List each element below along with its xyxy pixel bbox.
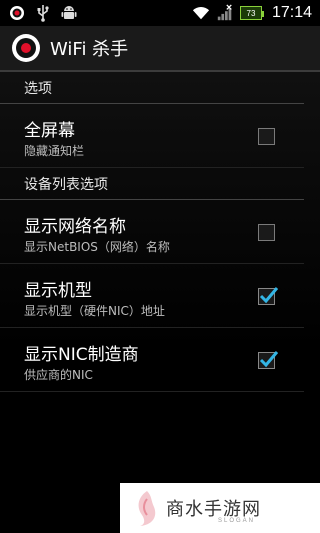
watermark: 商水手游网 SLOGAN: [120, 483, 320, 533]
section-header-options: 选项: [0, 72, 304, 104]
pref-fullscreen[interactable]: 全屏幕 隐藏通知栏: [0, 104, 304, 168]
preferences-list: 选项 全屏幕 隐藏通知栏 设备列表选项 显示网络名称 显示NetBIOS（网络）…: [0, 72, 320, 533]
battery-icon: 73: [239, 6, 264, 20]
app-logo-icon: [12, 34, 40, 62]
pref-show-nic-vendor[interactable]: 显示NIC制造商 供应商的NIC: [0, 328, 304, 392]
pref-title: 显示NIC制造商: [24, 345, 139, 365]
status-bar-system: 73 17:14: [192, 3, 312, 23]
pref-title: 显示网络名称: [24, 217, 126, 237]
action-bar: WiFi 杀手: [0, 26, 320, 72]
pref-show-model[interactable]: 显示机型 显示机型（硬件NIC）地址: [0, 264, 304, 328]
pref-summary: 显示NetBIOS（网络）名称: [24, 240, 170, 254]
checkmark-icon: [259, 351, 279, 368]
wifi-icon: [192, 4, 210, 22]
clock: 17:14: [271, 4, 312, 21]
show-network-name-checkbox[interactable]: [258, 224, 275, 241]
signal-icon: [216, 4, 234, 22]
pref-summary: 供应商的NIC: [24, 368, 93, 382]
pref-title: 显示机型: [24, 281, 92, 301]
watermark-logo-icon: [138, 491, 156, 526]
pref-show-network-name[interactable]: 显示网络名称 显示NetBIOS（网络）名称: [0, 200, 304, 264]
checkmark-icon: [259, 287, 279, 304]
status-bar-notifications: [8, 4, 78, 22]
pref-summary: 隐藏通知栏: [24, 144, 85, 158]
fullscreen-checkbox[interactable]: [258, 128, 275, 145]
show-nic-vendor-checkbox[interactable]: [258, 351, 279, 369]
battery-level: 73: [246, 8, 256, 18]
section-header-device-list: 设备列表选项: [0, 168, 304, 200]
pref-title: 全屏幕: [24, 121, 75, 141]
status-bar: 73 17:14: [0, 0, 320, 26]
watermark-slogan: SLOGAN: [218, 518, 256, 524]
record-icon: [8, 4, 26, 22]
app-title: WiFi 杀手: [50, 39, 129, 60]
usb-icon: [34, 4, 52, 22]
pref-summary: 显示机型（硬件NIC）地址: [24, 304, 165, 318]
android-debug-icon: [60, 4, 78, 22]
show-model-checkbox[interactable]: [258, 287, 279, 305]
